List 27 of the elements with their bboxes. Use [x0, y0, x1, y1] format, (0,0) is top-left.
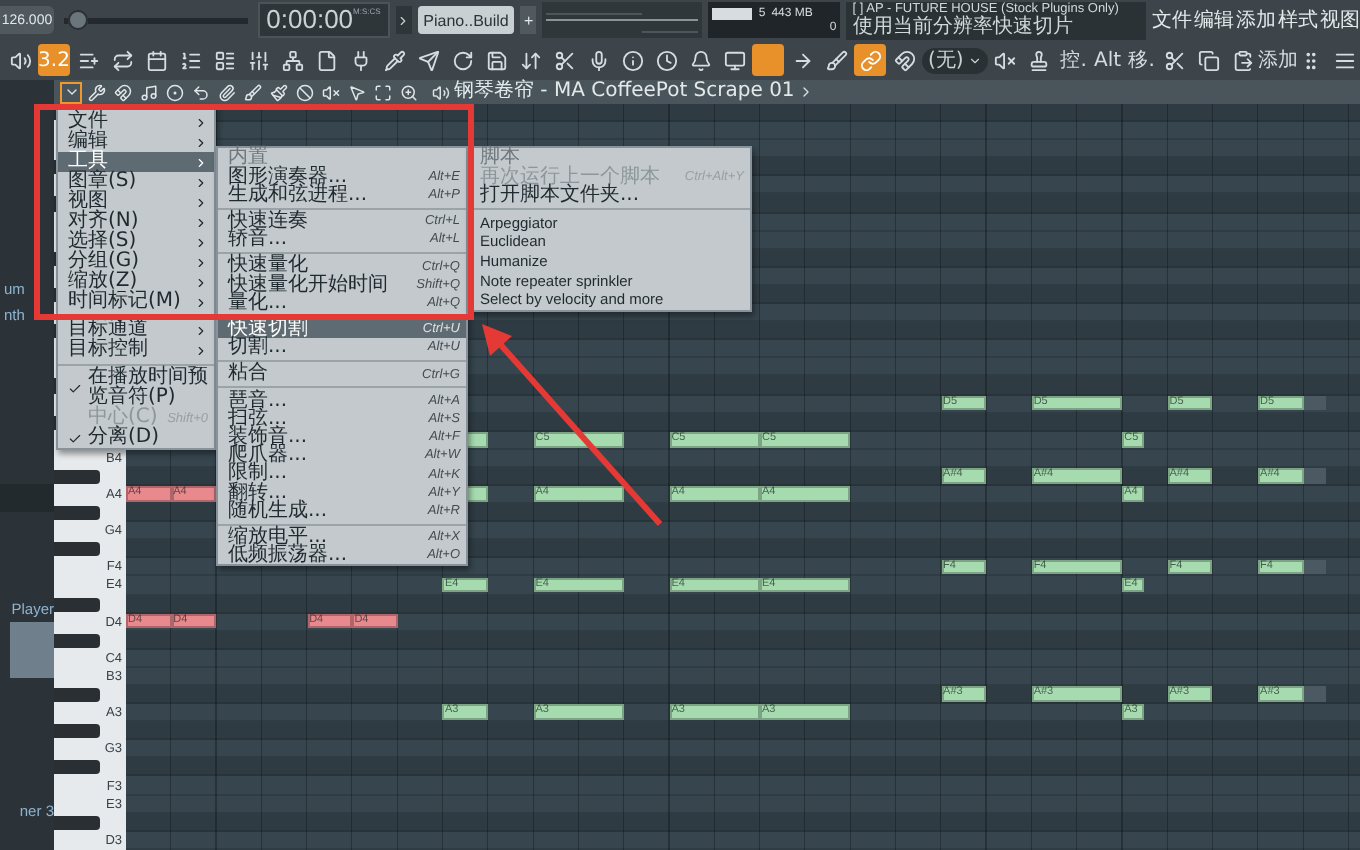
menu-item-label: 限制...	[228, 464, 290, 484]
menu-item-label: 快速连奏	[228, 212, 310, 231]
menu-item-label: 爬爪器...	[228, 446, 310, 465]
menu-item-label: 随机生成...	[228, 501, 330, 521]
menu-item-label: 工具	[68, 152, 109, 172]
menu-item-label: 装饰音...	[228, 428, 310, 447]
window-title: 钢琴卷帘 - MA CoffeePot Scrape 01	[454, 80, 795, 104]
menu-header: 脚本	[478, 148, 520, 168]
menu-item-label: 量化...	[228, 293, 288, 313]
menu-item-label: 快速量化开始时间	[228, 275, 390, 294]
menu-item-label: 琶音...	[228, 391, 290, 410]
menu-item-label: 粘合	[228, 364, 270, 384]
menu-item-label: 低频振荡器...	[228, 546, 350, 565]
menu-item-label: 快速量化	[228, 256, 308, 276]
menu-item-label: 轿音...	[228, 230, 288, 249]
menu-item-label: 图形演奏器...	[228, 167, 350, 186]
menu-item-label: 翻转...	[228, 483, 289, 502]
menu-item-label: 生成和弦进程...	[228, 185, 370, 204]
menu-item-label: 缩放电平...	[228, 528, 330, 547]
menu-item-label: 打开脚本文件夹...	[480, 186, 640, 206]
menu-item-label: 视图	[68, 192, 109, 212]
menu-item-label: 编辑	[68, 132, 110, 152]
menu-item-label: 切割...	[228, 338, 288, 357]
menu-item-label: 文件	[68, 112, 110, 132]
menu-header: 内置	[226, 148, 268, 168]
time-value: 0:00:00	[266, 4, 354, 36]
hint-text: 使用当前分辨率快速切片	[852, 18, 1075, 38]
